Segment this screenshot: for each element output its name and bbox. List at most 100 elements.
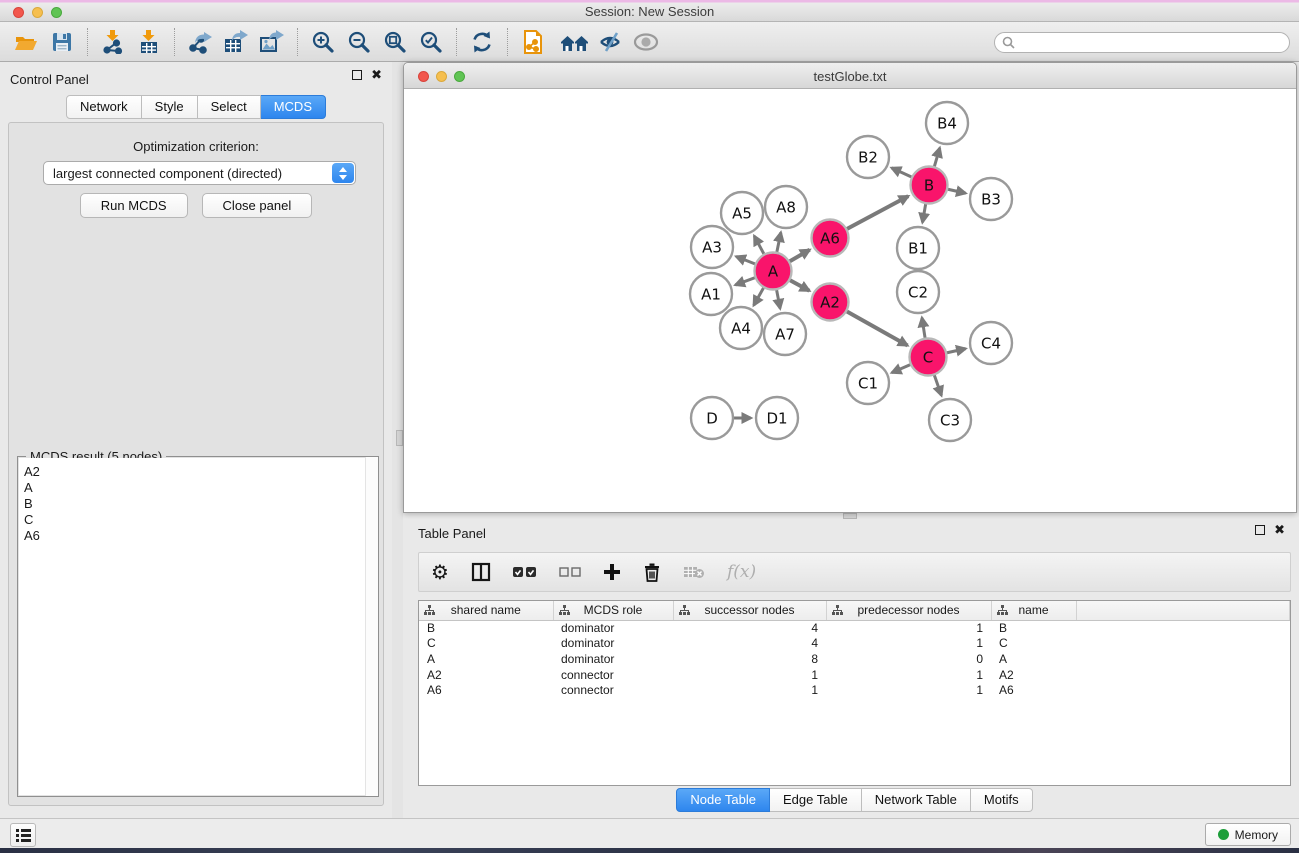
network-window-titlebar[interactable]: testGlobe.txt: [404, 63, 1296, 89]
graph-node-C2[interactable]: C2: [897, 271, 939, 313]
graph-node-D[interactable]: D: [691, 397, 733, 439]
result-list-item[interactable]: B: [24, 496, 377, 512]
table-cell[interactable]: A6: [419, 682, 553, 698]
show-task-history-button[interactable]: [10, 823, 36, 847]
graph-node-A8[interactable]: A8: [765, 186, 807, 228]
graph-node-C4[interactable]: C4: [970, 322, 1012, 364]
graph-node-B[interactable]: B: [911, 167, 948, 204]
graph-node-C1[interactable]: C1: [847, 362, 889, 404]
table-cell[interactable]: 1: [673, 682, 826, 698]
zoom-in-button[interactable]: [305, 25, 341, 59]
table-cell[interactable]: A6: [991, 682, 1076, 698]
mcds-result-list[interactable]: A2ABCA6: [19, 458, 377, 795]
search-field[interactable]: [994, 32, 1290, 53]
tab-mcds[interactable]: MCDS: [261, 95, 326, 119]
tab-motifs[interactable]: Motifs: [971, 788, 1033, 812]
table-cell[interactable]: 1: [673, 667, 826, 683]
zoom-fit-button[interactable]: [377, 25, 413, 59]
tab-style[interactable]: Style: [142, 95, 198, 119]
add-column-button[interactable]: [603, 558, 621, 586]
result-scrollbar[interactable]: [365, 457, 378, 796]
close-panel-icon[interactable]: ✖: [1274, 525, 1285, 535]
table-row[interactable]: A2connector11A2: [419, 667, 1290, 683]
graph-node-A[interactable]: A: [755, 253, 792, 290]
show-columns-button[interactable]: [471, 558, 491, 586]
result-list-item[interactable]: A2: [24, 464, 377, 480]
graph-node-A5[interactable]: A5: [721, 192, 763, 234]
table-cell[interactable]: A2: [991, 667, 1076, 683]
graph-node-B2[interactable]: B2: [847, 136, 889, 178]
select-all-checks-button[interactable]: [513, 558, 537, 586]
tab-node-table[interactable]: Node Table: [676, 788, 770, 812]
birds-eye-view-button[interactable]: [629, 25, 665, 59]
result-list-item[interactable]: A6: [24, 528, 377, 544]
tab-network-table[interactable]: Network Table: [862, 788, 971, 812]
tab-edge-table[interactable]: Edge Table: [770, 788, 862, 812]
float-panel-icon[interactable]: [352, 70, 362, 80]
result-list-item[interactable]: A: [24, 480, 377, 496]
open-file-button[interactable]: [8, 25, 44, 59]
memory-button[interactable]: Memory: [1205, 823, 1291, 846]
float-panel-icon[interactable]: [1255, 525, 1265, 535]
tab-select[interactable]: Select: [198, 95, 261, 119]
show-hide-panels-button[interactable]: [557, 25, 593, 59]
deselect-all-checks-button[interactable]: [559, 558, 581, 586]
zoom-selected-button[interactable]: [413, 25, 449, 59]
graph-node-C[interactable]: C: [910, 339, 947, 376]
refresh-button[interactable]: [464, 25, 500, 59]
table-row[interactable]: Cdominator41C: [419, 636, 1290, 652]
table-cell[interactable]: 4: [673, 620, 826, 636]
close-panel-icon[interactable]: ✖: [371, 70, 382, 80]
table-row[interactable]: A6connector11A6: [419, 682, 1290, 698]
table-cell[interactable]: 1: [826, 636, 991, 652]
tab-network[interactable]: Network: [66, 95, 142, 119]
table-row[interactable]: Adominator80A: [419, 651, 1290, 667]
criterion-dropdown[interactable]: largest connected component (directed): [43, 161, 356, 185]
save-session-button[interactable]: [44, 25, 80, 59]
table-row[interactable]: Bdominator41B: [419, 620, 1290, 636]
table-cell[interactable]: dominator: [553, 636, 673, 652]
table-cell[interactable]: B: [419, 620, 553, 636]
column-header-shared-name[interactable]: shared name: [419, 601, 553, 620]
table-cell[interactable]: 4: [673, 636, 826, 652]
close-panel-button[interactable]: Close panel: [202, 193, 313, 218]
export-table-button[interactable]: [218, 25, 254, 59]
table-cell[interactable]: 1: [826, 620, 991, 636]
delete-table-button[interactable]: [683, 558, 705, 586]
table-cell[interactable]: A2: [419, 667, 553, 683]
table-options-button[interactable]: ⚙: [431, 558, 449, 586]
graph-node-B1[interactable]: B1: [897, 227, 939, 269]
graph-node-A7[interactable]: A7: [764, 313, 806, 355]
network-graph[interactable]: B4B2BB3A8A5A6A3B1AC2A1A2A4A7C4CC1C3DD1: [404, 89, 1296, 513]
graphics-details-button[interactable]: [593, 25, 629, 59]
graph-node-A4[interactable]: A4: [720, 307, 762, 349]
zoom-out-button[interactable]: [341, 25, 377, 59]
column-header-name[interactable]: name: [991, 601, 1076, 620]
column-header-MCDS-role[interactable]: MCDS role: [553, 601, 673, 620]
table-cell[interactable]: 0: [826, 651, 991, 667]
search-input[interactable]: [1019, 36, 1289, 50]
graph-node-B3[interactable]: B3: [970, 178, 1012, 220]
table-cell[interactable]: 1: [826, 682, 991, 698]
result-list-item[interactable]: C: [24, 512, 377, 528]
table-cell[interactable]: 8: [673, 651, 826, 667]
graph-node-A2[interactable]: A2: [812, 284, 849, 321]
table-cell[interactable]: connector: [553, 682, 673, 698]
graph-node-A6[interactable]: A6: [812, 220, 849, 257]
table-cell[interactable]: 1: [826, 667, 991, 683]
graph-node-A3[interactable]: A3: [691, 226, 733, 268]
export-network-button[interactable]: [182, 25, 218, 59]
import-network-button[interactable]: [95, 25, 131, 59]
table-cell[interactable]: C: [991, 636, 1076, 652]
column-header-successor-nodes[interactable]: successor nodes: [673, 601, 826, 620]
run-mcds-button[interactable]: Run MCDS: [80, 193, 188, 218]
table-cell[interactable]: A: [991, 651, 1076, 667]
column-header-predecessor-nodes[interactable]: predecessor nodes: [826, 601, 991, 620]
function-builder-button[interactable]: f(x): [727, 558, 756, 586]
export-image-button[interactable]: [254, 25, 290, 59]
graph-node-D1[interactable]: D1: [756, 397, 798, 439]
table-cell[interactable]: dominator: [553, 620, 673, 636]
table-cell[interactable]: A: [419, 651, 553, 667]
delete-column-button[interactable]: [643, 558, 661, 586]
graph-node-A1[interactable]: A1: [690, 273, 732, 315]
